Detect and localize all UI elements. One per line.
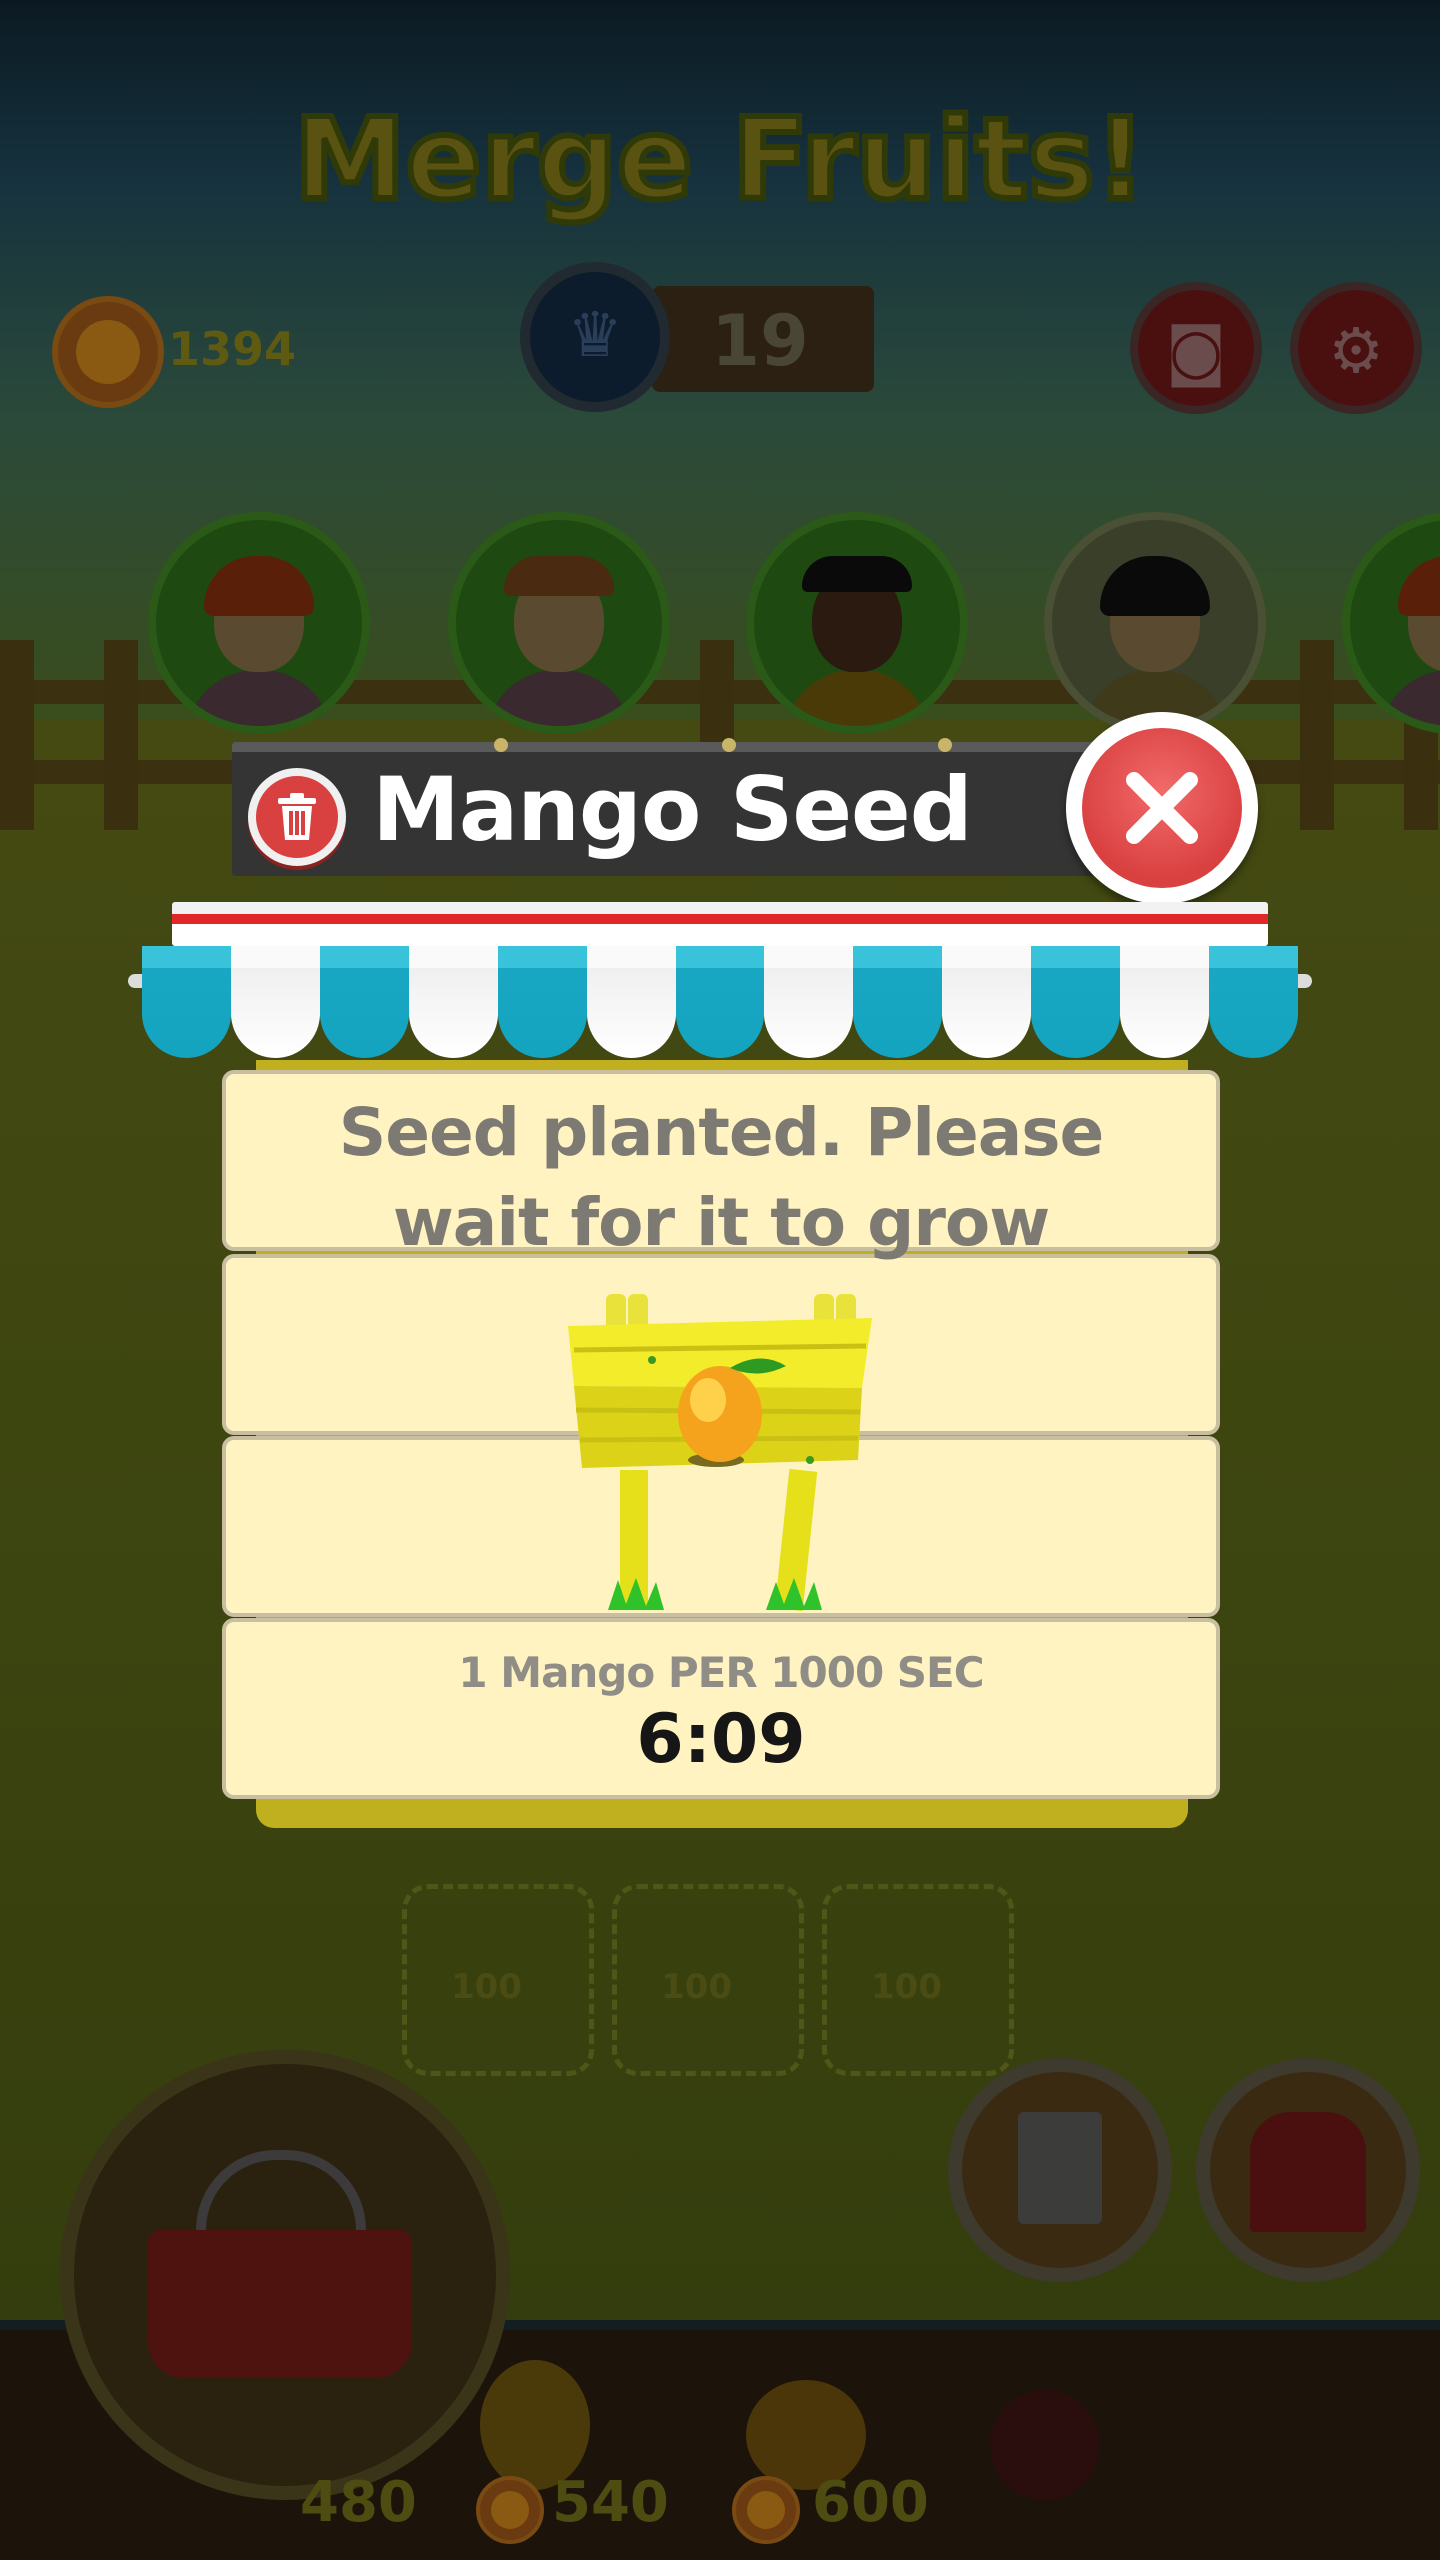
delete-button[interactable]: [248, 768, 346, 866]
awning: [142, 946, 1298, 1058]
close-icon: [1126, 772, 1198, 844]
game-screen: Merge Fruits! 1394 19 ♛ ◙ ⚙ 100 100 100 …: [0, 0, 1440, 2560]
status-message: Seed planted. Please wait for it to grow: [222, 1088, 1220, 1268]
mango-sign-icon: [568, 1294, 872, 1612]
close-button[interactable]: [1066, 712, 1258, 904]
dialog-title: Mango Seed: [372, 758, 972, 861]
trash-icon: [278, 793, 316, 840]
dialog-title-bar: Mango Seed: [232, 738, 1112, 876]
awning-header: [172, 902, 1268, 946]
status-message-line2: wait for it to grow: [392, 1184, 1050, 1261]
status-message-line1: Seed planted. Please: [338, 1094, 1105, 1171]
grow-timer: 6:09: [636, 1700, 806, 1779]
production-rate: 1 Mango PER 1000 SEC: [458, 1648, 984, 1697]
